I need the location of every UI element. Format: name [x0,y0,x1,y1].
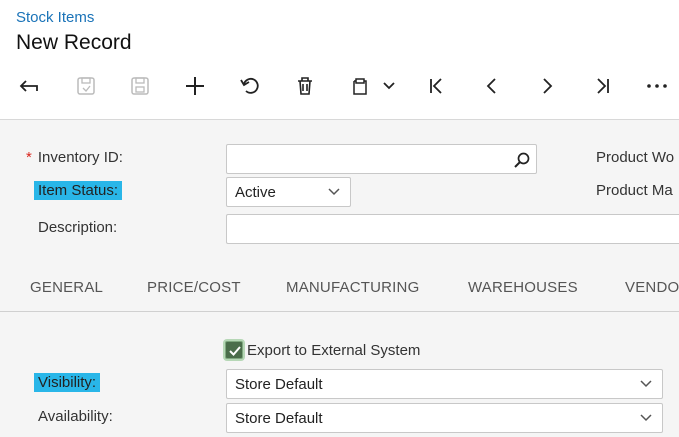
export-checkbox[interactable] [225,341,243,359]
availability-select[interactable]: Store Default [226,403,663,433]
export-label: Export to External System [247,342,421,359]
first-record-icon[interactable] [421,72,453,100]
next-record-icon[interactable] [531,72,563,100]
description-label: Description: [38,219,118,236]
availability-label: Availability: [38,408,113,425]
visibility-label: Visibility: [34,373,101,392]
chevron-down-icon [640,414,652,422]
copy-paste-icon[interactable] [344,72,376,100]
tabs-divider [0,311,679,312]
last-record-icon[interactable] [586,72,618,100]
breadcrumb-stock-items[interactable]: Stock Items [16,9,94,26]
page-title: New Record [16,31,132,54]
cancel-icon[interactable] [234,72,266,100]
checkmark-icon [229,346,241,356]
item-status-label: Item Status: [34,181,123,200]
tab-manufacturing[interactable]: MANUFACTURING [286,279,419,296]
chevron-down-icon [328,188,340,196]
search-icon[interactable] [514,152,530,168]
inventory-id-input[interactable] [226,144,537,174]
undo-arrow-icon[interactable] [14,72,46,100]
tab-vendors[interactable]: VENDO [625,279,679,296]
save-icon[interactable] [124,72,156,100]
item-status-value: Active [235,184,276,201]
toolbar [0,66,679,106]
visibility-value: Store Default [235,376,323,393]
chevron-down-icon[interactable] [378,72,400,100]
required-marker: * [26,149,32,166]
more-icon[interactable] [641,72,673,100]
tab-price-cost[interactable]: PRICE/COST [147,279,241,296]
product-workgroup-label: Product Wo [596,149,675,166]
previous-record-icon[interactable] [476,72,508,100]
description-input[interactable] [226,214,679,244]
add-icon[interactable] [179,72,211,100]
item-status-select[interactable]: Active [226,177,351,207]
visibility-select[interactable]: Store Default [226,369,663,399]
inventory-id-label: * Inventory ID: [26,149,123,166]
delete-icon[interactable] [289,72,321,100]
save-close-icon[interactable] [70,72,102,100]
chevron-down-icon [640,380,652,388]
tab-general[interactable]: GENERAL [30,279,103,296]
product-manager-label: Product Ma [596,182,673,199]
availability-value: Store Default [235,410,323,427]
tab-warehouses[interactable]: WAREHOUSES [468,279,578,296]
